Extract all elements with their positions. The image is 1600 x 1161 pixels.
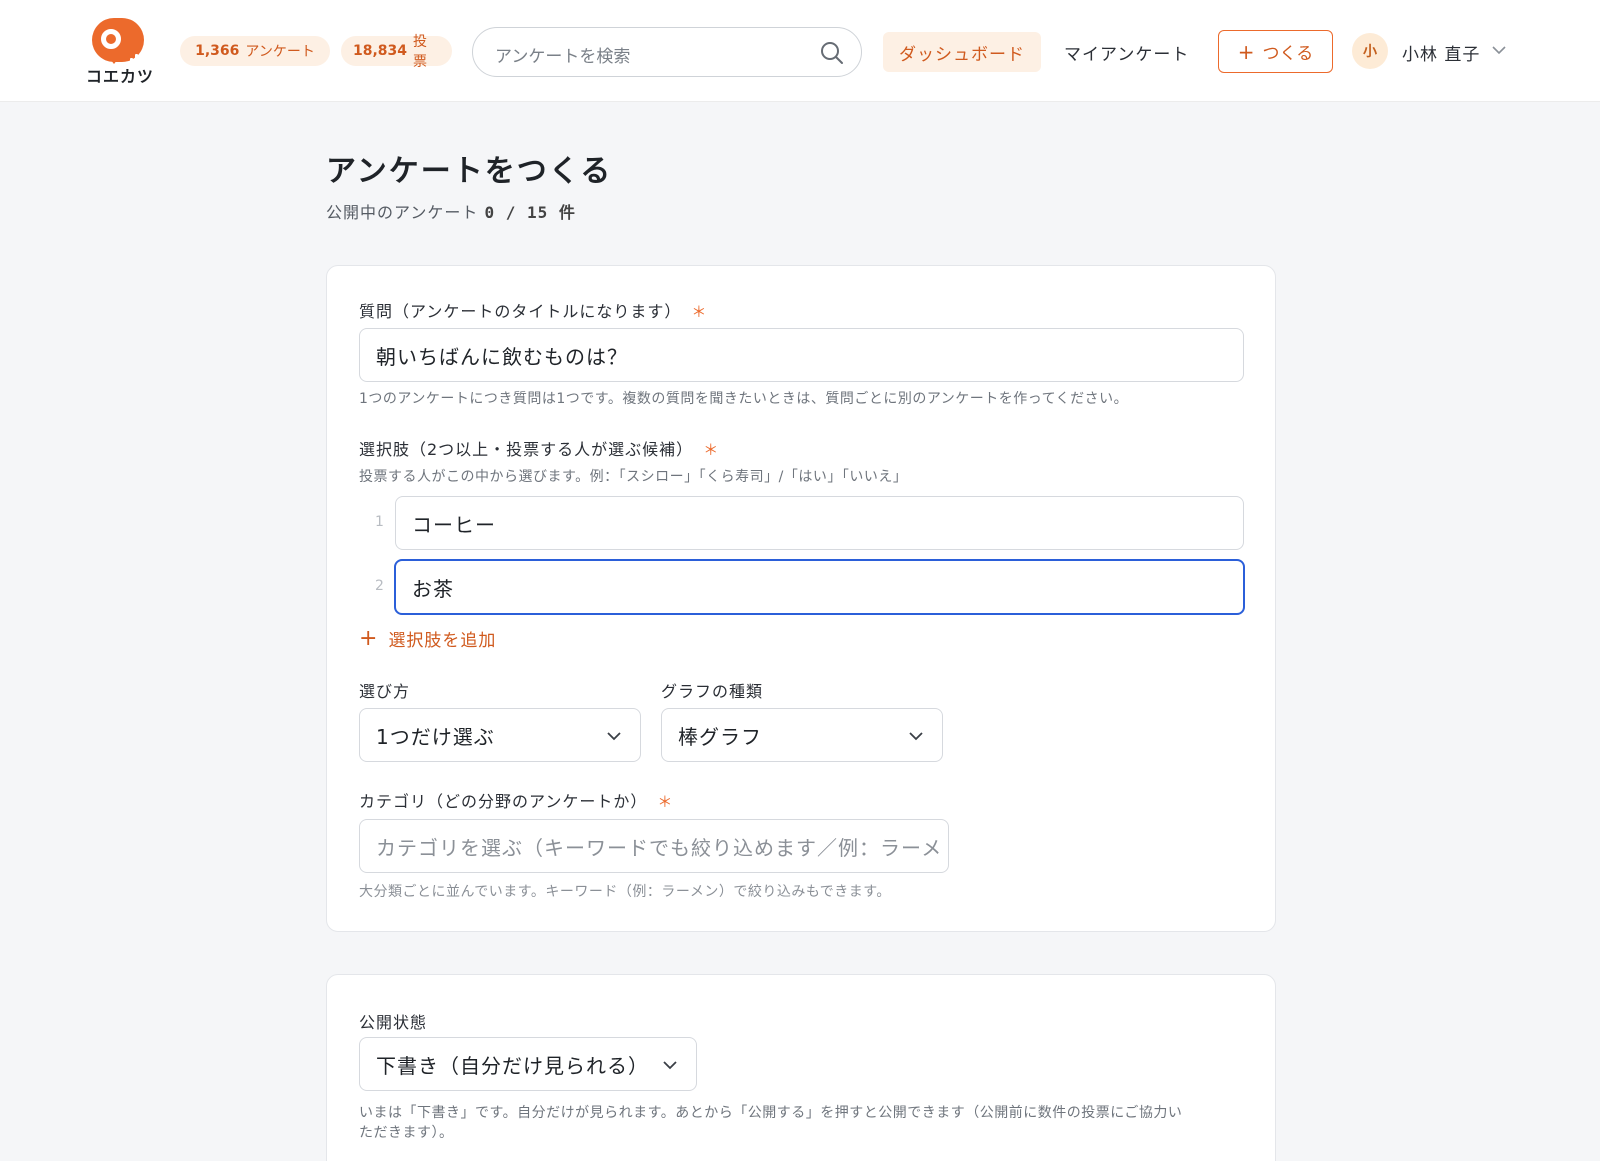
choices-label: 選択肢（2つ以上・投票する人が選ぶ候補） ＊ [359, 436, 719, 460]
chevron-down-icon [909, 732, 923, 741]
vote-count-badge: 18,834 投票 [341, 34, 452, 70]
survey-form-card: 質問（アンケートのタイトルになります） ＊ 朝いちばんに飲むものは？ 1つのアンケ… [326, 265, 1276, 932]
published-label: 公開中のアンケート [326, 203, 479, 222]
search-icon[interactable] [819, 40, 845, 66]
survey-count-label: アンケート [245, 44, 315, 60]
selection-mode-label: 選び方 [359, 682, 411, 701]
chevron-down-icon [663, 1061, 677, 1070]
create-button[interactable]: + つくる [1218, 30, 1333, 73]
selection-mode-value: 1つだけ選ぶ [376, 724, 495, 749]
choices-help: 投票する人がこの中から選びます。例：「スシロー」「くら寿司」/「はい」「いいえ」 [359, 469, 908, 485]
graph-type-select[interactable]: 棒グラフ [661, 708, 943, 762]
choice-number: 2 [375, 578, 384, 594]
search-placeholder: アンケートを検索 [495, 47, 631, 67]
graph-type-label: グラフの種類 [661, 682, 764, 701]
question-label-text: 質問（アンケートのタイトルになります） [359, 302, 682, 321]
visibility-label: 公開状態 [359, 1013, 428, 1032]
selection-mode-select[interactable]: 1つだけ選ぶ [359, 708, 641, 762]
user-name[interactable]: 小林 直子 [1402, 40, 1480, 65]
graph-type-value: 棒グラフ [678, 724, 762, 749]
visibility-card: 公開状態 下書き（自分だけ見られる） いまは「下書き」です。自分だけが見られます… [326, 974, 1276, 1161]
page-title: アンケートをつくる [326, 154, 613, 189]
visibility-value: 下書き（自分だけ見られる） [376, 1053, 649, 1078]
visibility-select[interactable]: 下書き（自分だけ見られる） [359, 1037, 697, 1091]
choices-label-text: 選択肢（2つ以上・投票する人が選ぶ候補） [359, 440, 694, 459]
category-label-text: カテゴリ（どの分野のアンケートか） [359, 792, 648, 811]
page-subtitle: 公開中のアンケート 0 / 15 件 [326, 199, 576, 223]
avatar[interactable]: 小 [1352, 33, 1388, 69]
choice-input-2[interactable]: お茶 [394, 559, 1245, 615]
visibility-help-line2: ただきます）。 [359, 1125, 454, 1141]
required-mark: ＊ [691, 303, 708, 321]
published-count: 0 / 15 件 [484, 203, 576, 222]
choice-number: 1 [375, 514, 384, 530]
question-label: 質問（アンケートのタイトルになります） ＊ [359, 298, 707, 322]
question-help: 1つのアンケートにつき質問は1つです。複数の質問を聞きたいときは、質問ごとに別の… [359, 391, 1129, 407]
required-mark: ＊ [703, 441, 720, 459]
logo-circle [101, 29, 121, 49]
plus-icon: + [359, 625, 379, 651]
plus-icon: + [1237, 39, 1255, 64]
add-choice-button[interactable]: + 選択肢を追加 [359, 626, 496, 651]
visibility-help: いまは「下書き」です。自分だけが見られます。あとから「公開する」を押すと公開でき… [359, 1103, 1249, 1143]
chevron-down-icon[interactable] [1491, 44, 1507, 56]
search-input[interactable]: アンケートを検索 [472, 27, 862, 77]
survey-count-badge: 1,366 アンケート [180, 36, 330, 66]
add-choice-label: 選択肢を追加 [388, 631, 497, 651]
create-button-label: つくる [1262, 44, 1314, 64]
nav-my-surveys[interactable]: マイアンケート [1064, 40, 1189, 65]
brand-name: コエカツ [85, 67, 154, 86]
chevron-down-icon [607, 732, 621, 741]
vote-count-value: 18,834 [353, 43, 408, 59]
category-help: 大分類ごとに並んでいます。キーワード（例：ラーメン）で絞り込みもできます。 [359, 884, 891, 900]
category-input[interactable]: カテゴリを選ぶ（キーワードでも絞り込めます／例：ラーメ [359, 819, 949, 873]
survey-count-value: 1,366 [195, 43, 240, 59]
question-input[interactable]: 朝いちばんに飲むものは？ [359, 328, 1244, 382]
vote-count-label: 投票 [413, 34, 428, 70]
nav-dashboard[interactable]: ダッシュボード [883, 32, 1041, 72]
top-header: コエカツ 1,366 アンケート 18,834 投票 アンケートを検索 ダッシュ… [0, 0, 1600, 102]
brand-logo[interactable]: コエカツ [84, 18, 156, 86]
required-mark: ＊ [657, 793, 674, 811]
choice-input-1[interactable]: コーヒー [395, 496, 1244, 550]
category-label: カテゴリ（どの分野のアンケートか） ＊ [359, 788, 673, 812]
visibility-help-line1: いまは「下書き」です。自分だけが見られます。あとから「公開する」を押すと公開でき… [359, 1105, 1183, 1121]
